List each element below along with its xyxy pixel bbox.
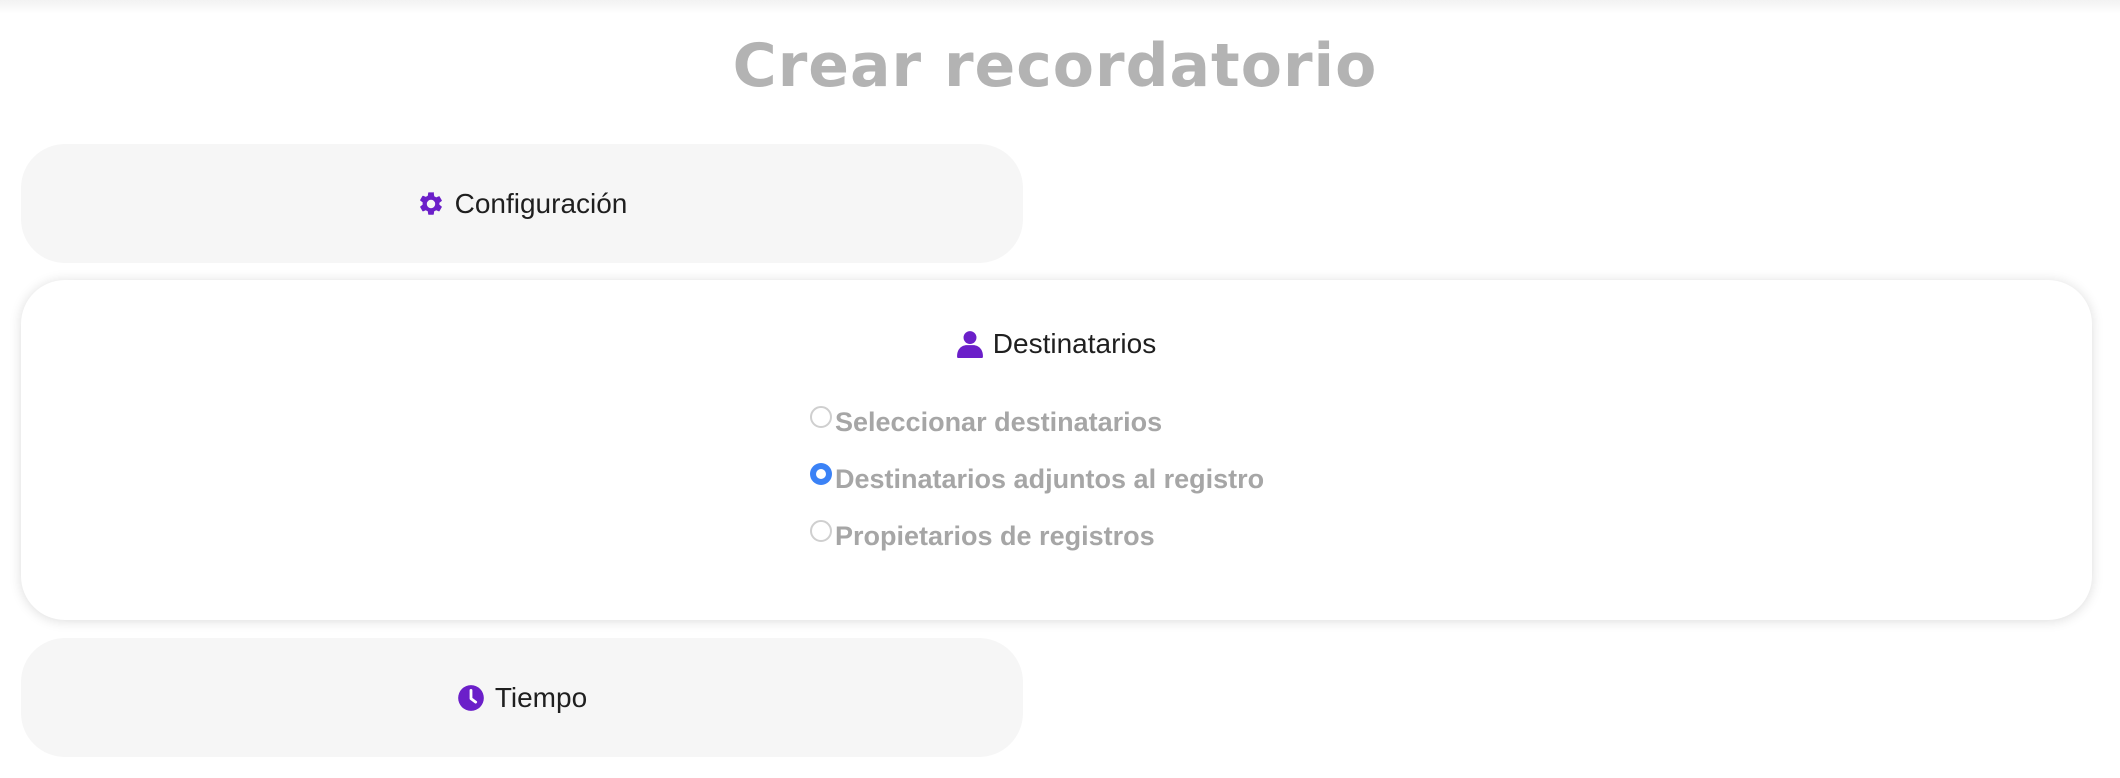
- top-fade: [0, 0, 2120, 14]
- page-title: Crear recordatorio: [732, 31, 1378, 101]
- section-configuracion[interactable]: Configuración: [21, 144, 1023, 263]
- section-destinatarios-header[interactable]: Destinatarios: [21, 324, 2092, 364]
- gear-icon: [417, 190, 445, 218]
- radio-option-label: Propietarios de registros: [835, 521, 1155, 551]
- radio-button[interactable]: [810, 406, 832, 428]
- radio-option-propietarios-de-registros[interactable]: Propietarios de registros: [810, 518, 1264, 575]
- radio-button[interactable]: [810, 520, 832, 542]
- section-configuracion-label: Configuración: [454, 187, 628, 219]
- radio-option-destinatarios-adjuntos[interactable]: Destinatarios adjuntos al registro: [810, 461, 1264, 518]
- radio-option-seleccionar-destinatarios[interactable]: Seleccionar destinatarios: [810, 404, 1264, 461]
- clock-icon: [457, 684, 485, 712]
- section-configuracion-header[interactable]: Configuración: [417, 187, 628, 220]
- reminder-page: Crear recordatorio Configuración Destina…: [0, 0, 2120, 778]
- recipients-radio-group: Seleccionar destinatarios Destinatarios …: [810, 404, 1264, 575]
- section-tiempo-label: Tiempo: [494, 681, 588, 713]
- section-destinatarios: Destinatarios Seleccionar destinatarios …: [21, 280, 2092, 620]
- section-destinatarios-label: Destinatarios: [992, 328, 1157, 359]
- radio-option-label: Seleccionar destinatarios: [835, 407, 1163, 437]
- user-icon: [956, 330, 983, 358]
- section-tiempo-header[interactable]: Tiempo: [457, 682, 587, 714]
- radio-option-label: Destinatarios adjuntos al registro: [835, 464, 1265, 494]
- radio-button-selected[interactable]: [810, 463, 832, 485]
- section-tiempo[interactable]: Tiempo: [21, 638, 1023, 757]
